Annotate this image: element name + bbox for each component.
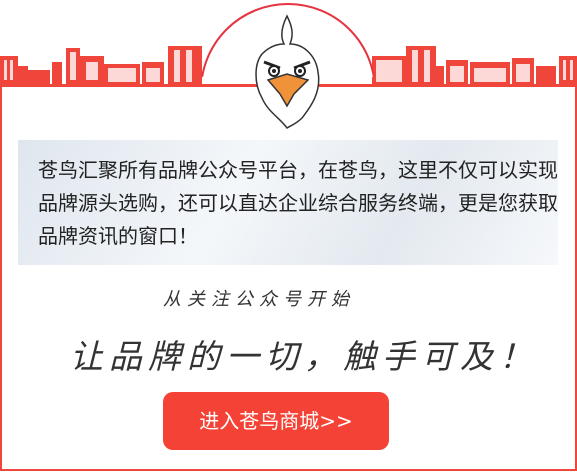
slogan: 让品牌的一切，触手可及！	[70, 337, 538, 376]
intro-panel: 苍鸟汇聚所有品牌公众号平台，在苍鸟，这里不仅可以实现品牌源头选购，还可以直达企业…	[18, 140, 558, 265]
enter-mall-button[interactable]: 进入苍鸟商城>>	[163, 392, 389, 450]
city-skyline-right-icon	[372, 46, 577, 86]
follow-prompt: 从关注公众号开始	[163, 289, 355, 310]
intro-text: 苍鸟汇聚所有品牌公众号平台，在苍鸟，这里不仅可以实现品牌源头选购，还可以直达企业…	[38, 158, 558, 248]
city-skyline-left-icon	[0, 46, 202, 86]
eagle-mascot-icon	[255, 14, 320, 129]
